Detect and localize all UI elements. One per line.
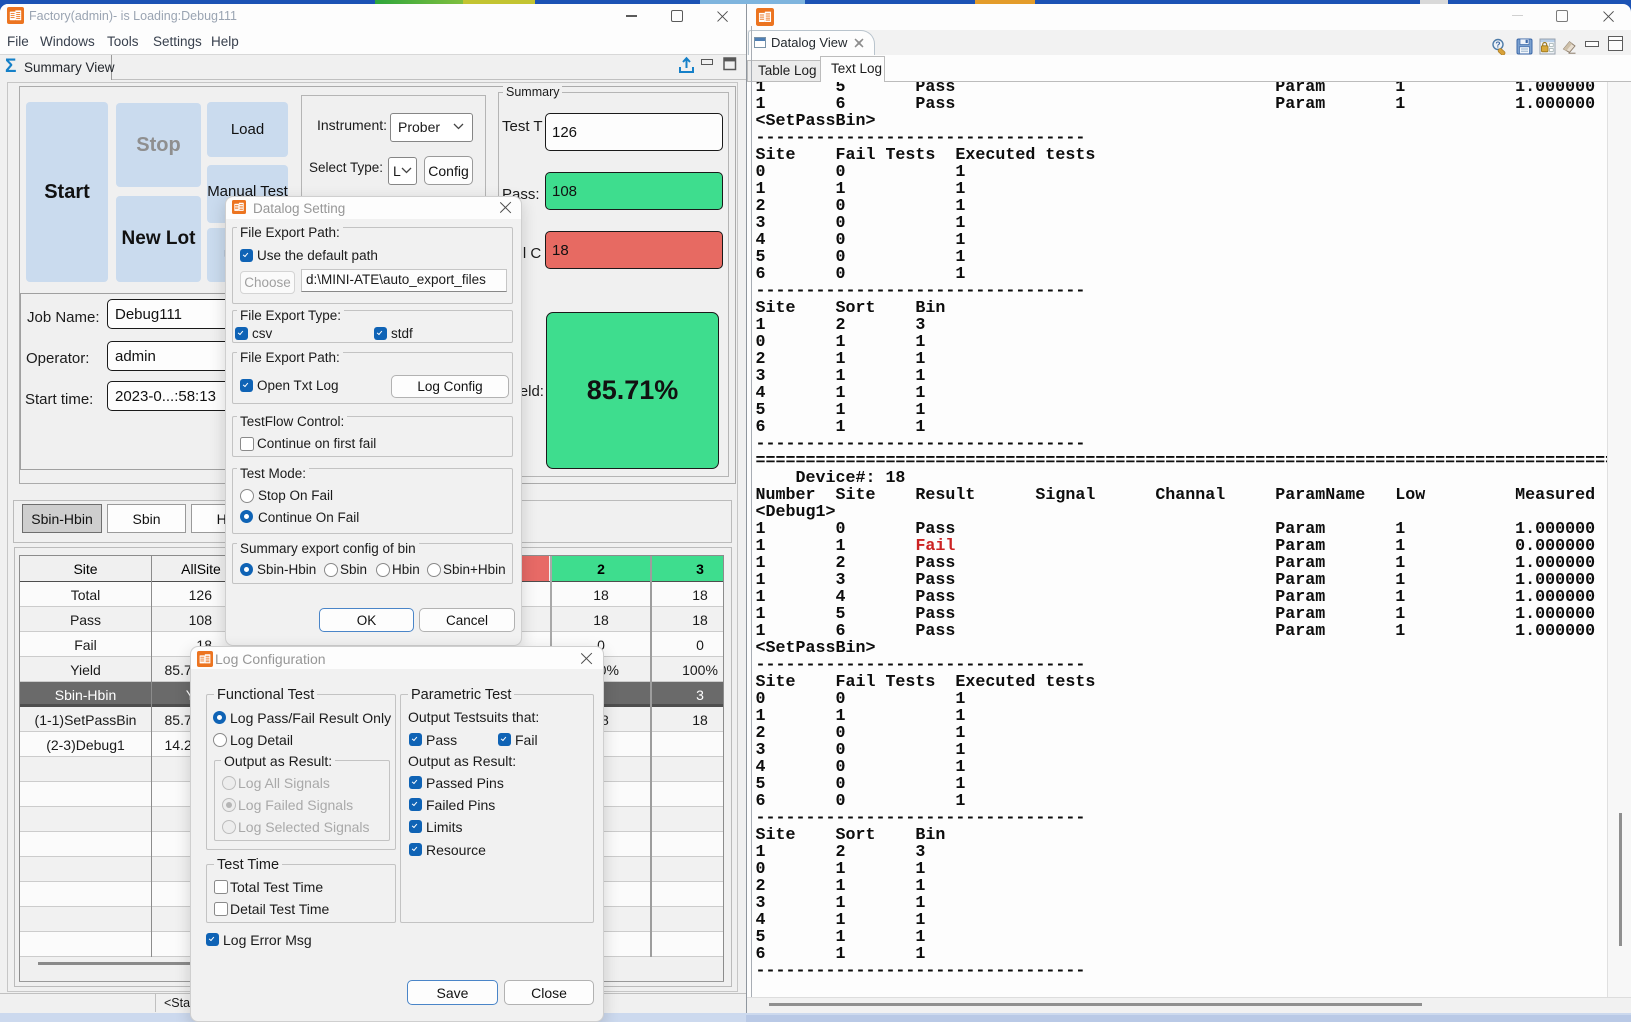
svg-text:?: ? — [1495, 40, 1500, 50]
